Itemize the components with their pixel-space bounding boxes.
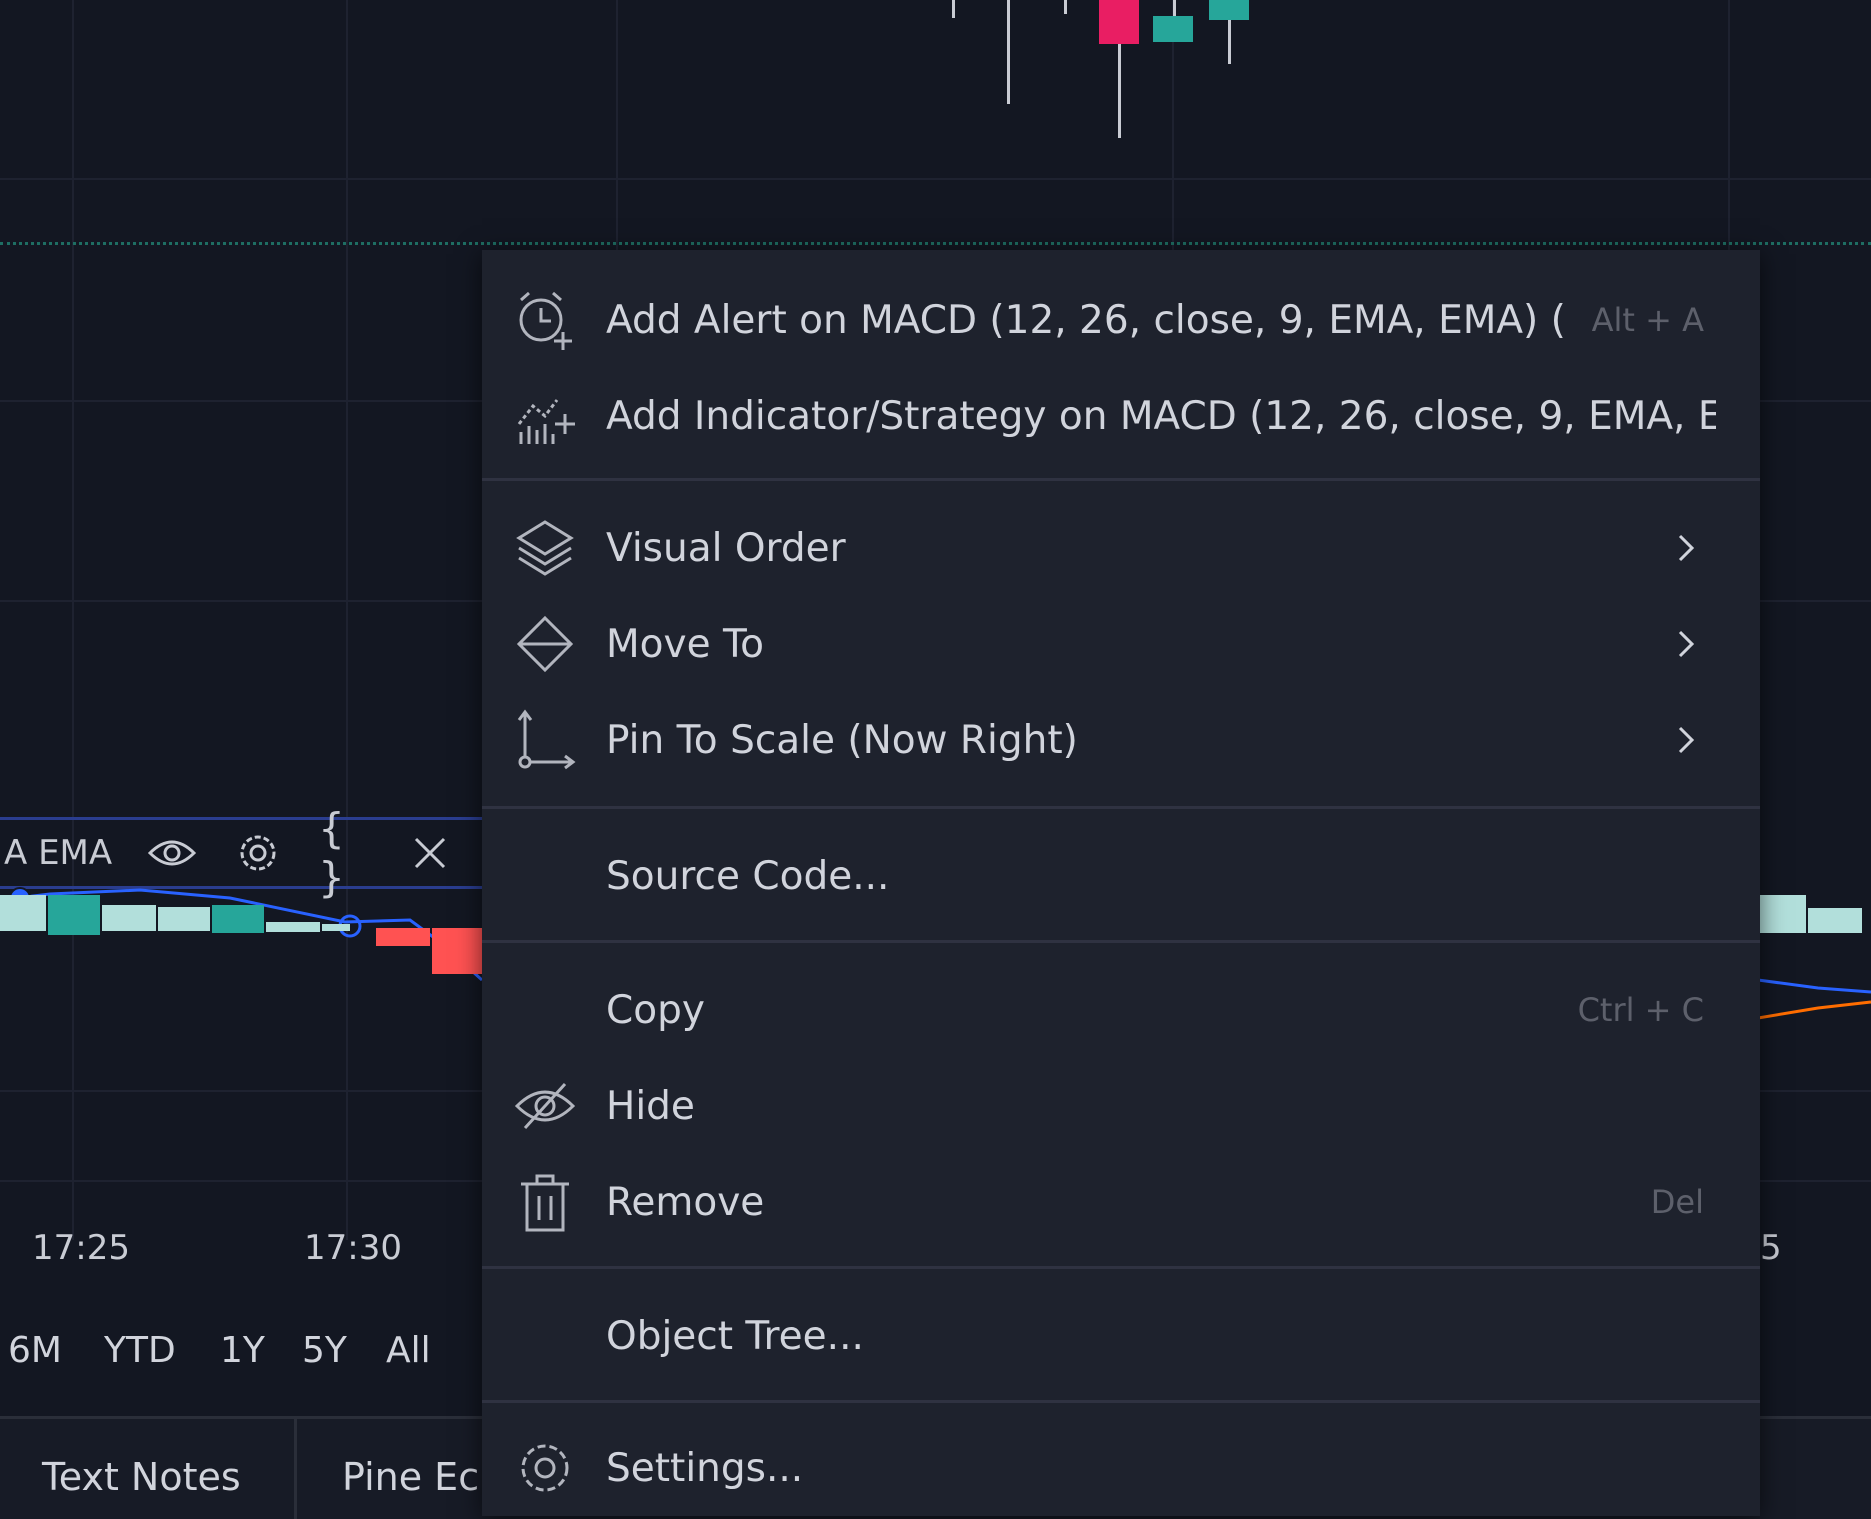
menu-label: Settings... — [606, 1445, 804, 1491]
menu-shortcut: Ctrl + C — [1577, 991, 1704, 1029]
range-all[interactable]: All — [386, 1330, 431, 1371]
context-menu: Add Alert on MACD (12, 26, close, 9, EMA… — [482, 250, 1760, 1516]
menu-label: Hide — [606, 1083, 695, 1129]
menu-separator — [482, 1400, 1760, 1403]
menu-separator — [482, 940, 1760, 943]
candle-wick — [1064, 0, 1067, 14]
histogram-bar — [432, 928, 482, 974]
histogram-bar — [376, 928, 430, 946]
chevron-right-icon — [1668, 722, 1704, 758]
range-6m[interactable]: 6M — [8, 1330, 62, 1371]
menu-item-object-tree[interactable]: Object Tree... — [482, 1288, 1760, 1384]
indicator-legend[interactable]: A EMA { } — [0, 804, 482, 902]
histogram-bar — [102, 905, 156, 931]
menu-label: Source Code... — [606, 853, 890, 899]
histogram-bar — [158, 907, 210, 931]
candle-up — [1209, 0, 1249, 20]
menu-shortcut: Alt + A — [1591, 301, 1704, 339]
pin-scale-icon — [512, 707, 578, 773]
menu-label: Visual Order — [606, 525, 846, 571]
candle-up — [1153, 16, 1193, 42]
grid-line — [346, 0, 348, 1240]
menu-item-move-to[interactable]: Move To — [482, 596, 1760, 692]
candle-wick — [952, 0, 955, 18]
menu-separator — [482, 1266, 1760, 1269]
last-price-line — [0, 242, 1871, 245]
tab-text-notes[interactable]: Text Notes — [42, 1455, 241, 1499]
menu-item-source-code[interactable]: Source Code... — [482, 828, 1760, 924]
eye-crossed-icon — [512, 1073, 578, 1139]
menu-label: Add Indicator/Strategy on MACD (12, 26, … — [606, 393, 1716, 439]
indicator-legend-text: A EMA — [4, 833, 113, 873]
grid-line — [72, 0, 74, 1240]
menu-item-add-indicator[interactable]: Add Indicator/Strategy on MACD (12, 26, … — [482, 368, 1760, 464]
menu-separator — [482, 478, 1760, 481]
gear-icon — [512, 1435, 578, 1501]
chevron-right-icon — [1668, 626, 1704, 662]
menu-label: Move To — [606, 621, 765, 667]
histogram-bar — [1758, 895, 1806, 933]
menu-label: Add Alert on MACD (12, 26, close, 9, EMA… — [606, 297, 1566, 343]
menu-item-add-alert[interactable]: Add Alert on MACD (12, 26, close, 9, EMA… — [482, 272, 1760, 368]
menu-item-pin-to-scale[interactable]: Pin To Scale (Now Right) — [482, 692, 1760, 788]
alarm-clock-plus-icon — [512, 287, 578, 353]
indicator-plus-icon — [512, 383, 578, 449]
time-axis-label: 17:25 — [32, 1228, 130, 1268]
candle-down — [1099, 0, 1139, 44]
close-icon[interactable] — [404, 827, 456, 879]
time-axis-label: 17:30 — [304, 1228, 402, 1268]
menu-item-remove[interactable]: Remove Del — [482, 1154, 1760, 1250]
menu-label: Object Tree... — [606, 1313, 864, 1359]
range-1y[interactable]: 1Y — [220, 1330, 265, 1371]
eye-icon[interactable] — [146, 827, 198, 879]
histogram-bar — [48, 895, 100, 935]
move-to-icon — [512, 611, 578, 677]
histogram-bar — [322, 924, 350, 931]
histogram-bar — [212, 905, 264, 933]
range-ytd[interactable]: YTD — [104, 1330, 176, 1371]
menu-item-visual-order[interactable]: Visual Order — [482, 500, 1760, 596]
layers-icon — [512, 515, 578, 581]
trash-icon — [512, 1169, 578, 1235]
histogram-bar — [1808, 908, 1862, 933]
chevron-right-icon — [1668, 530, 1704, 566]
menu-separator — [482, 806, 1760, 809]
tab-pine-editor[interactable]: Pine Ec — [342, 1455, 479, 1499]
menu-item-hide[interactable]: Hide — [482, 1058, 1760, 1154]
menu-label: Copy — [606, 987, 705, 1033]
macd-lines-right — [1758, 978, 1871, 1020]
histogram-bar — [0, 895, 46, 931]
menu-item-copy[interactable]: Copy Ctrl + C — [482, 962, 1760, 1058]
menu-label: Pin To Scale (Now Right) — [606, 717, 1078, 763]
braces-icon[interactable]: { } — [318, 804, 370, 902]
histogram-bar — [266, 922, 320, 932]
candle-wick — [1007, 0, 1010, 104]
tab-divider — [294, 1419, 297, 1519]
menu-item-settings[interactable]: Settings... — [482, 1420, 1760, 1516]
menu-label: Remove — [606, 1179, 765, 1225]
grid-line — [0, 178, 1871, 180]
gear-icon[interactable] — [232, 827, 284, 879]
menu-shortcut: Del — [1650, 1183, 1704, 1221]
time-axis-label: 5 — [1760, 1228, 1782, 1268]
range-5y[interactable]: 5Y — [302, 1330, 347, 1371]
